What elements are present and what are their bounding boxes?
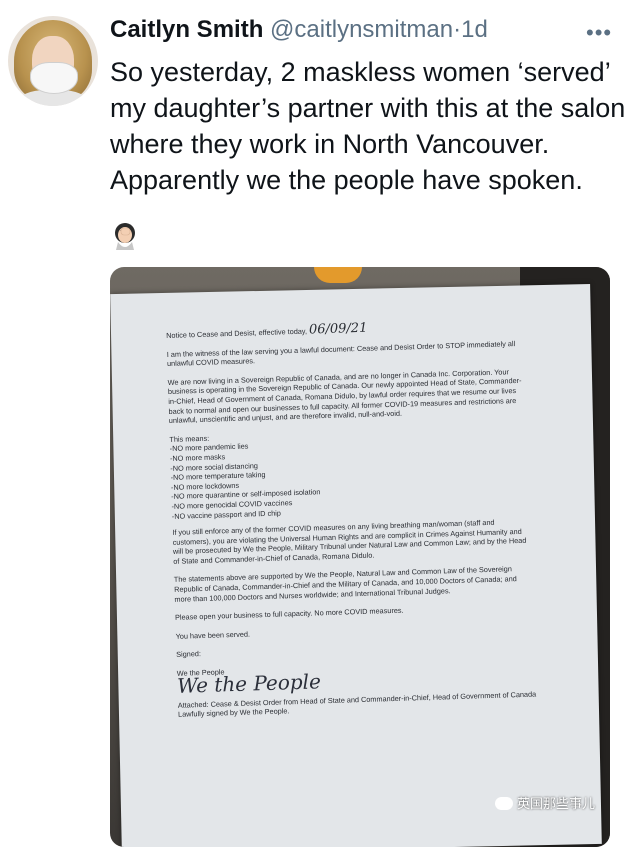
doc-paragraph-4: The statements above are supported by We… [173, 564, 517, 604]
avatar[interactable] [8, 16, 98, 106]
doc-paragraph-1: I am the witness of the law serving you … [166, 338, 516, 369]
doc-paragraph-6: You have been served. [175, 629, 251, 641]
doc-paragraph-2: We are now living in a Sovereign Republi… [167, 367, 522, 426]
photo-orange-object [314, 267, 362, 283]
doc-date: 06/09/21 [308, 320, 368, 338]
woman-facepalming-emoji-icon [115, 223, 135, 250]
doc-signed: Signed: [176, 649, 202, 660]
doc-paragraph-5: Please open your business to full capaci… [174, 605, 404, 623]
cease-and-desist-document: Notice to Cease and Desist, effective to… [166, 319, 538, 729]
wechat-icon [495, 797, 513, 810]
doc-means-list: This means: -NO more pandemic lies -NO m… [169, 423, 532, 521]
tweet-text: So yesterday, 2 maskless women ‘served’ … [110, 57, 626, 195]
header-separator: · [453, 16, 462, 43]
tweet-header: Caitlyn Smith @caitlynsmitman·1d [110, 16, 488, 44]
tweet-timestamp[interactable]: 1d [461, 16, 488, 43]
more-options-icon[interactable]: ••• [586, 20, 612, 46]
doc-heading: Notice to Cease and Desist, effective to… [166, 326, 308, 340]
watermark-text: 英国那些事儿 [517, 796, 596, 811]
author-handle[interactable]: @caitlynsmitman [270, 16, 453, 43]
doc-paragraph-3: If you still enforce any of the former C… [172, 517, 527, 566]
author-name[interactable]: Caitlyn Smith [110, 16, 263, 43]
watermark: 英国那些事儿 [495, 793, 595, 812]
avatar-face-mask [30, 62, 78, 94]
